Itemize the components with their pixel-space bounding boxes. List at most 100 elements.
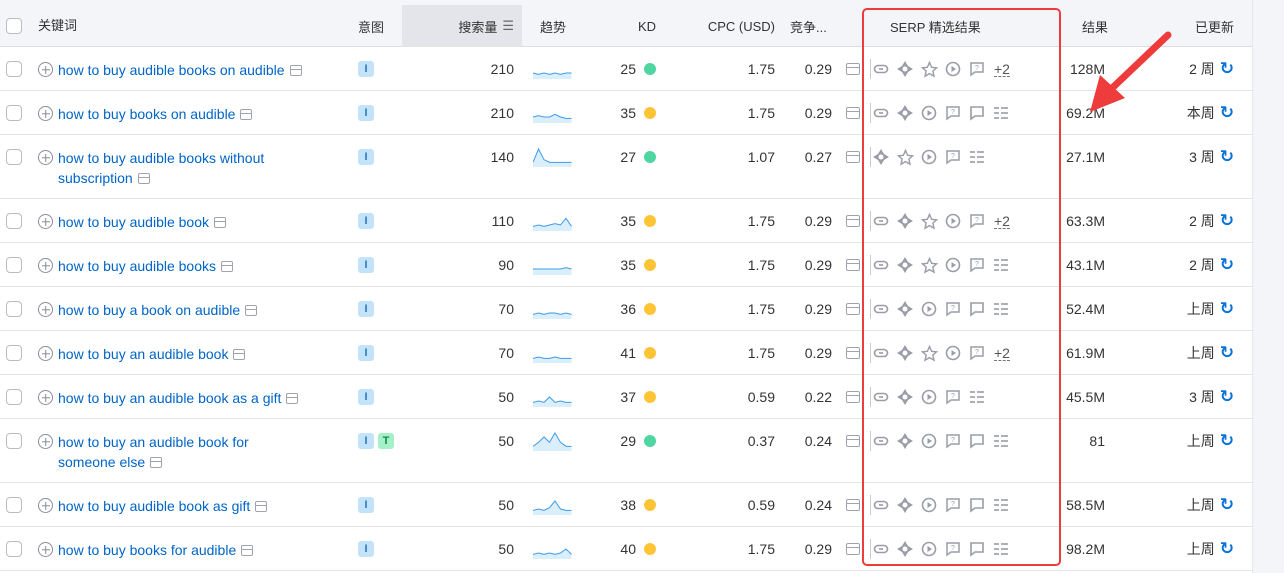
list-icon[interactable] xyxy=(968,148,986,166)
star-icon[interactable] xyxy=(896,148,914,166)
link-icon[interactable] xyxy=(872,300,890,318)
keyword-link[interactable]: how to buy books for audible xyxy=(58,542,236,558)
diamond-icon[interactable] xyxy=(896,300,914,318)
play-icon[interactable] xyxy=(944,256,962,274)
row-checkbox[interactable] xyxy=(6,433,22,449)
serp-preview-icon[interactable] xyxy=(846,91,864,135)
serp-snapshot-icon[interactable] xyxy=(150,457,163,468)
diamond-icon[interactable] xyxy=(896,344,914,362)
serp-preview-icon[interactable] xyxy=(846,527,864,571)
row-checkbox[interactable] xyxy=(6,389,22,405)
add-keyword-icon[interactable] xyxy=(38,542,53,557)
comment-icon[interactable] xyxy=(968,496,986,514)
serp-snapshot-icon[interactable] xyxy=(214,217,226,228)
comment-icon[interactable] xyxy=(968,104,986,122)
qa-icon[interactable]: ? xyxy=(944,300,962,318)
serp-snapshot-icon[interactable] xyxy=(286,393,299,404)
col-kd[interactable]: KD xyxy=(600,5,656,47)
serp-preview-icon[interactable] xyxy=(846,287,864,331)
serp-preview-icon[interactable] xyxy=(846,483,864,527)
play-icon[interactable] xyxy=(944,60,962,78)
link-icon[interactable] xyxy=(872,104,890,122)
refresh-icon[interactable]: ↻ xyxy=(1220,147,1234,167)
qa-icon[interactable]: ? xyxy=(944,496,962,514)
list-icon[interactable] xyxy=(968,388,986,406)
star-icon[interactable] xyxy=(920,344,938,362)
serp-preview-icon[interactable] xyxy=(846,47,864,91)
keyword-link[interactable]: how to buy an audible book as a gift xyxy=(58,390,281,406)
qa-icon[interactable]: ? xyxy=(944,388,962,406)
refresh-icon[interactable]: ↻ xyxy=(1220,59,1234,79)
col-serp-features[interactable]: SERP 精选结果 xyxy=(890,5,1075,47)
play-icon[interactable] xyxy=(920,104,938,122)
star-icon[interactable] xyxy=(920,256,938,274)
serp-preview-icon[interactable] xyxy=(846,135,864,179)
play-icon[interactable] xyxy=(920,432,938,450)
row-checkbox[interactable] xyxy=(6,345,22,361)
add-keyword-icon[interactable] xyxy=(38,390,53,405)
keyword-link[interactable]: how to buy a book on audible xyxy=(58,302,240,318)
qa-icon[interactable]: ? xyxy=(944,148,962,166)
serp-snapshot-icon[interactable] xyxy=(289,65,302,76)
qa-icon[interactable]: ? xyxy=(968,212,986,230)
add-keyword-icon[interactable] xyxy=(38,258,53,273)
keyword-link[interactable]: how to buy books on audible xyxy=(58,106,235,122)
col-volume[interactable]: 搜索量 ☰ xyxy=(402,5,522,47)
serp-snapshot-icon[interactable] xyxy=(137,173,150,184)
comment-icon[interactable] xyxy=(968,300,986,318)
col-intent[interactable]: 意图 xyxy=(358,5,384,47)
play-icon[interactable] xyxy=(920,496,938,514)
row-checkbox[interactable] xyxy=(6,301,22,317)
qa-icon[interactable]: ? xyxy=(944,104,962,122)
add-keyword-icon[interactable] xyxy=(38,62,53,77)
link-icon[interactable] xyxy=(872,344,890,362)
link-icon[interactable] xyxy=(872,496,890,514)
link-icon[interactable] xyxy=(872,212,890,230)
add-keyword-icon[interactable] xyxy=(38,214,53,229)
diamond-icon[interactable] xyxy=(896,212,914,230)
refresh-icon[interactable]: ↻ xyxy=(1220,539,1234,559)
serp-preview-icon[interactable] xyxy=(846,243,864,287)
comment-icon[interactable] xyxy=(968,540,986,558)
qa-icon[interactable]: ? xyxy=(944,540,962,558)
row-checkbox[interactable] xyxy=(6,257,22,273)
row-checkbox[interactable] xyxy=(6,105,22,121)
serp-snapshot-icon[interactable] xyxy=(233,349,246,360)
row-checkbox[interactable] xyxy=(6,149,22,165)
qa-icon[interactable]: ? xyxy=(968,344,986,362)
refresh-icon[interactable]: ↻ xyxy=(1220,255,1234,275)
star-icon[interactable] xyxy=(920,60,938,78)
select-all-checkbox[interactable] xyxy=(6,18,22,34)
diamond-icon[interactable] xyxy=(896,60,914,78)
serp-snapshot-icon[interactable] xyxy=(241,545,254,556)
qa-icon[interactable]: ? xyxy=(968,256,986,274)
keyword-link[interactable]: how to buy audible books on audible xyxy=(58,62,285,78)
col-competition[interactable]: 竞争... xyxy=(790,5,842,47)
qa-icon[interactable]: ? xyxy=(944,432,962,450)
diamond-icon[interactable] xyxy=(896,540,914,558)
col-cpc[interactable]: CPC (USD) xyxy=(690,5,775,47)
play-icon[interactable] xyxy=(944,344,962,362)
scrollbar-track[interactable] xyxy=(1252,0,1284,573)
refresh-icon[interactable]: ↻ xyxy=(1220,495,1234,515)
refresh-icon[interactable]: ↻ xyxy=(1220,343,1234,363)
play-icon[interactable] xyxy=(920,300,938,318)
play-icon[interactable] xyxy=(920,540,938,558)
add-keyword-icon[interactable] xyxy=(38,434,53,449)
keyword-link[interactable]: how to buy audible book as gift xyxy=(58,498,250,514)
serp-preview-icon[interactable] xyxy=(846,419,864,463)
add-keyword-icon[interactable] xyxy=(38,302,53,317)
keyword-link[interactable]: how to buy an audible book xyxy=(58,346,228,362)
sort-icon[interactable]: ☰ xyxy=(502,18,514,34)
serp-snapshot-icon[interactable] xyxy=(245,305,258,316)
qa-icon[interactable]: ? xyxy=(968,60,986,78)
add-keyword-icon[interactable] xyxy=(38,498,53,513)
diamond-icon[interactable] xyxy=(896,496,914,514)
row-checkbox[interactable] xyxy=(6,497,22,513)
serp-snapshot-icon[interactable] xyxy=(255,501,268,512)
add-keyword-icon[interactable] xyxy=(38,150,53,165)
row-checkbox[interactable] xyxy=(6,213,22,229)
link-icon[interactable] xyxy=(872,432,890,450)
serp-preview-icon[interactable] xyxy=(846,199,864,243)
keyword-link[interactable]: how to buy audible book xyxy=(58,214,209,230)
